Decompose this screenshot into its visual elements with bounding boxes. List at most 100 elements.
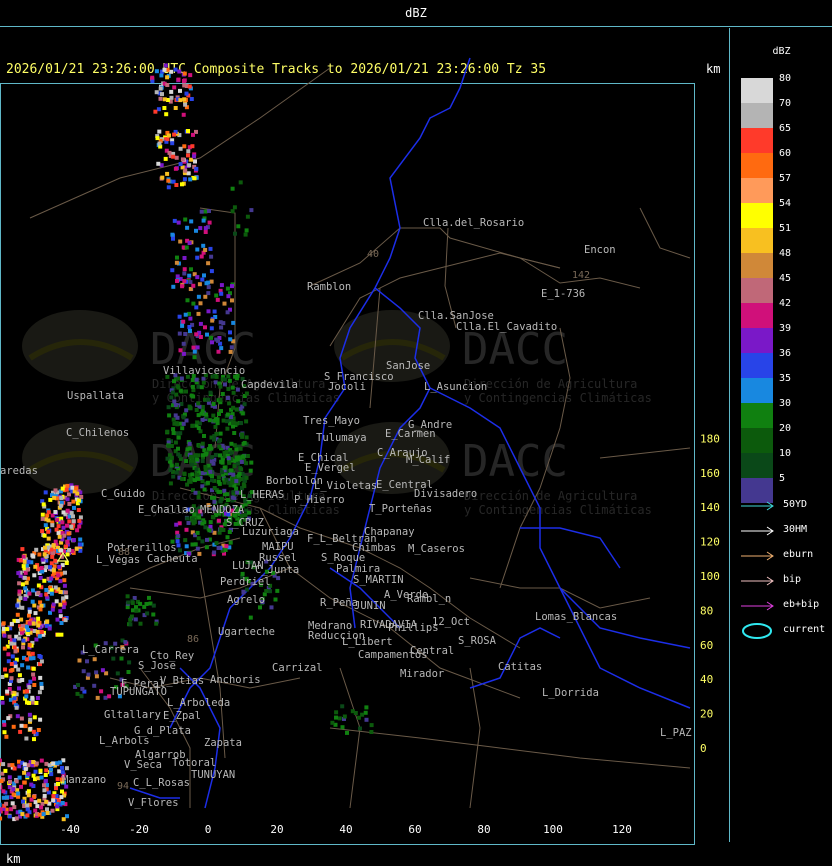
echo-pixel — [200, 210, 204, 214]
echo-pixel — [59, 504, 63, 508]
echo-pixel — [47, 537, 51, 541]
echo-pixel — [369, 730, 373, 734]
echo-pixel — [237, 456, 241, 460]
echo-pixel — [64, 618, 68, 622]
place-label: Cacheuta — [147, 553, 198, 565]
echo-pixel — [209, 247, 213, 251]
echo-pixel — [244, 233, 248, 237]
echo-pixel — [197, 552, 201, 556]
echo-pixel — [39, 607, 43, 611]
echo-pixel — [190, 97, 194, 101]
echo-pixel — [54, 586, 58, 590]
echo-pixel — [197, 312, 201, 316]
echo-pixel — [200, 385, 204, 389]
echo-pixel — [22, 555, 26, 559]
echo-pixel — [8, 814, 12, 818]
echo-pixel — [169, 481, 173, 485]
echo-pixel — [27, 793, 31, 797]
echo-pixel — [182, 342, 186, 346]
echo-pixel — [330, 721, 334, 725]
echo-pixel — [174, 183, 178, 187]
echo-pixel — [48, 763, 52, 767]
echo-pixel — [334, 716, 338, 720]
echo-pixel — [48, 627, 52, 631]
scale-swatch-70 — [741, 103, 773, 128]
echo-pixel — [185, 516, 189, 520]
echo-pixel — [60, 520, 64, 524]
echo-pixel — [240, 460, 244, 464]
echo-pixel — [70, 486, 74, 490]
echo-pixel — [34, 770, 38, 774]
echo-pixel — [5, 627, 9, 631]
echo-pixel — [116, 671, 120, 675]
echo-pixel — [194, 491, 198, 495]
echo-pixel — [217, 445, 221, 449]
place-label: Encon — [584, 244, 616, 256]
echo-pixel — [24, 737, 28, 741]
echo-pixel — [183, 472, 187, 476]
echo-pixel — [17, 581, 21, 585]
place-label: TUPUNGATO — [110, 686, 167, 698]
echo-pixel — [3, 647, 7, 651]
echo-pixel — [191, 284, 195, 288]
echo-pixel — [54, 540, 58, 544]
place-label: C_Guido — [101, 488, 145, 500]
track-legend-eburn: eburn — [737, 546, 832, 566]
echo-pixel — [188, 329, 192, 333]
echo-pixel — [186, 129, 190, 133]
echo-pixel — [175, 471, 179, 475]
echo-pixel — [180, 377, 184, 381]
radar-map[interactable]: DACCDirección de Agriculturay Contingenc… — [0, 28, 730, 842]
place-label: Capdevila — [241, 379, 298, 391]
echo-pixel — [177, 221, 181, 225]
echo-pixel — [340, 704, 344, 708]
echo-pixel — [27, 592, 31, 596]
place-label: C_Chilenos — [66, 427, 129, 439]
echo-pixel — [171, 285, 175, 289]
echo-pixel — [47, 518, 51, 522]
echo-pixel — [171, 475, 175, 479]
echo-pixel — [232, 431, 236, 435]
echo-pixel — [201, 442, 205, 446]
echo-pixel — [27, 614, 31, 618]
echo-pixel — [172, 431, 176, 435]
echo-pixel — [192, 346, 196, 350]
echo-pixel — [192, 154, 196, 158]
place-label: Ugarteche — [218, 626, 275, 638]
echo-pixel — [236, 462, 240, 466]
echo-pixel — [235, 407, 239, 411]
echo-pixel — [231, 187, 235, 191]
echo-pixel — [186, 447, 190, 451]
place-label: Campamentos — [358, 649, 428, 661]
echo-pixel — [193, 176, 197, 180]
scale-label-48: 48 — [779, 248, 809, 259]
echo-pixel — [10, 763, 14, 767]
road-line — [600, 448, 690, 458]
echo-pixel — [214, 453, 218, 457]
echo-pixel — [166, 179, 170, 183]
echo-pixel — [44, 490, 48, 494]
echo-pixel — [351, 709, 355, 713]
echo-pixel — [19, 559, 23, 563]
echo-pixel — [171, 427, 175, 431]
echo-pixel — [25, 657, 29, 661]
echo-pixel — [43, 552, 47, 556]
place-label: L_Arboleda — [167, 697, 230, 709]
watermark-line1: Dirección de Agricultura — [464, 489, 637, 503]
echo-pixel — [180, 284, 184, 288]
scale-label-60: 60 — [779, 148, 809, 159]
radar-map-panel[interactable]: 2026/01/21 23:26:00 UTC Composite Tracks… — [0, 28, 730, 842]
echo-pixel — [174, 523, 178, 527]
echo-pixel — [66, 509, 70, 513]
river-line — [520, 528, 620, 568]
echo-pixel — [203, 525, 207, 529]
echo-pixel — [214, 380, 218, 384]
echo-pixel — [171, 155, 175, 159]
echo-pixel — [67, 532, 71, 536]
echo-pixel — [228, 530, 232, 534]
echo-pixel — [201, 244, 205, 248]
track-arrow-icon — [737, 546, 777, 566]
echo-pixel — [0, 779, 4, 783]
echo-pixel — [155, 90, 159, 94]
echo-pixel — [240, 435, 244, 439]
